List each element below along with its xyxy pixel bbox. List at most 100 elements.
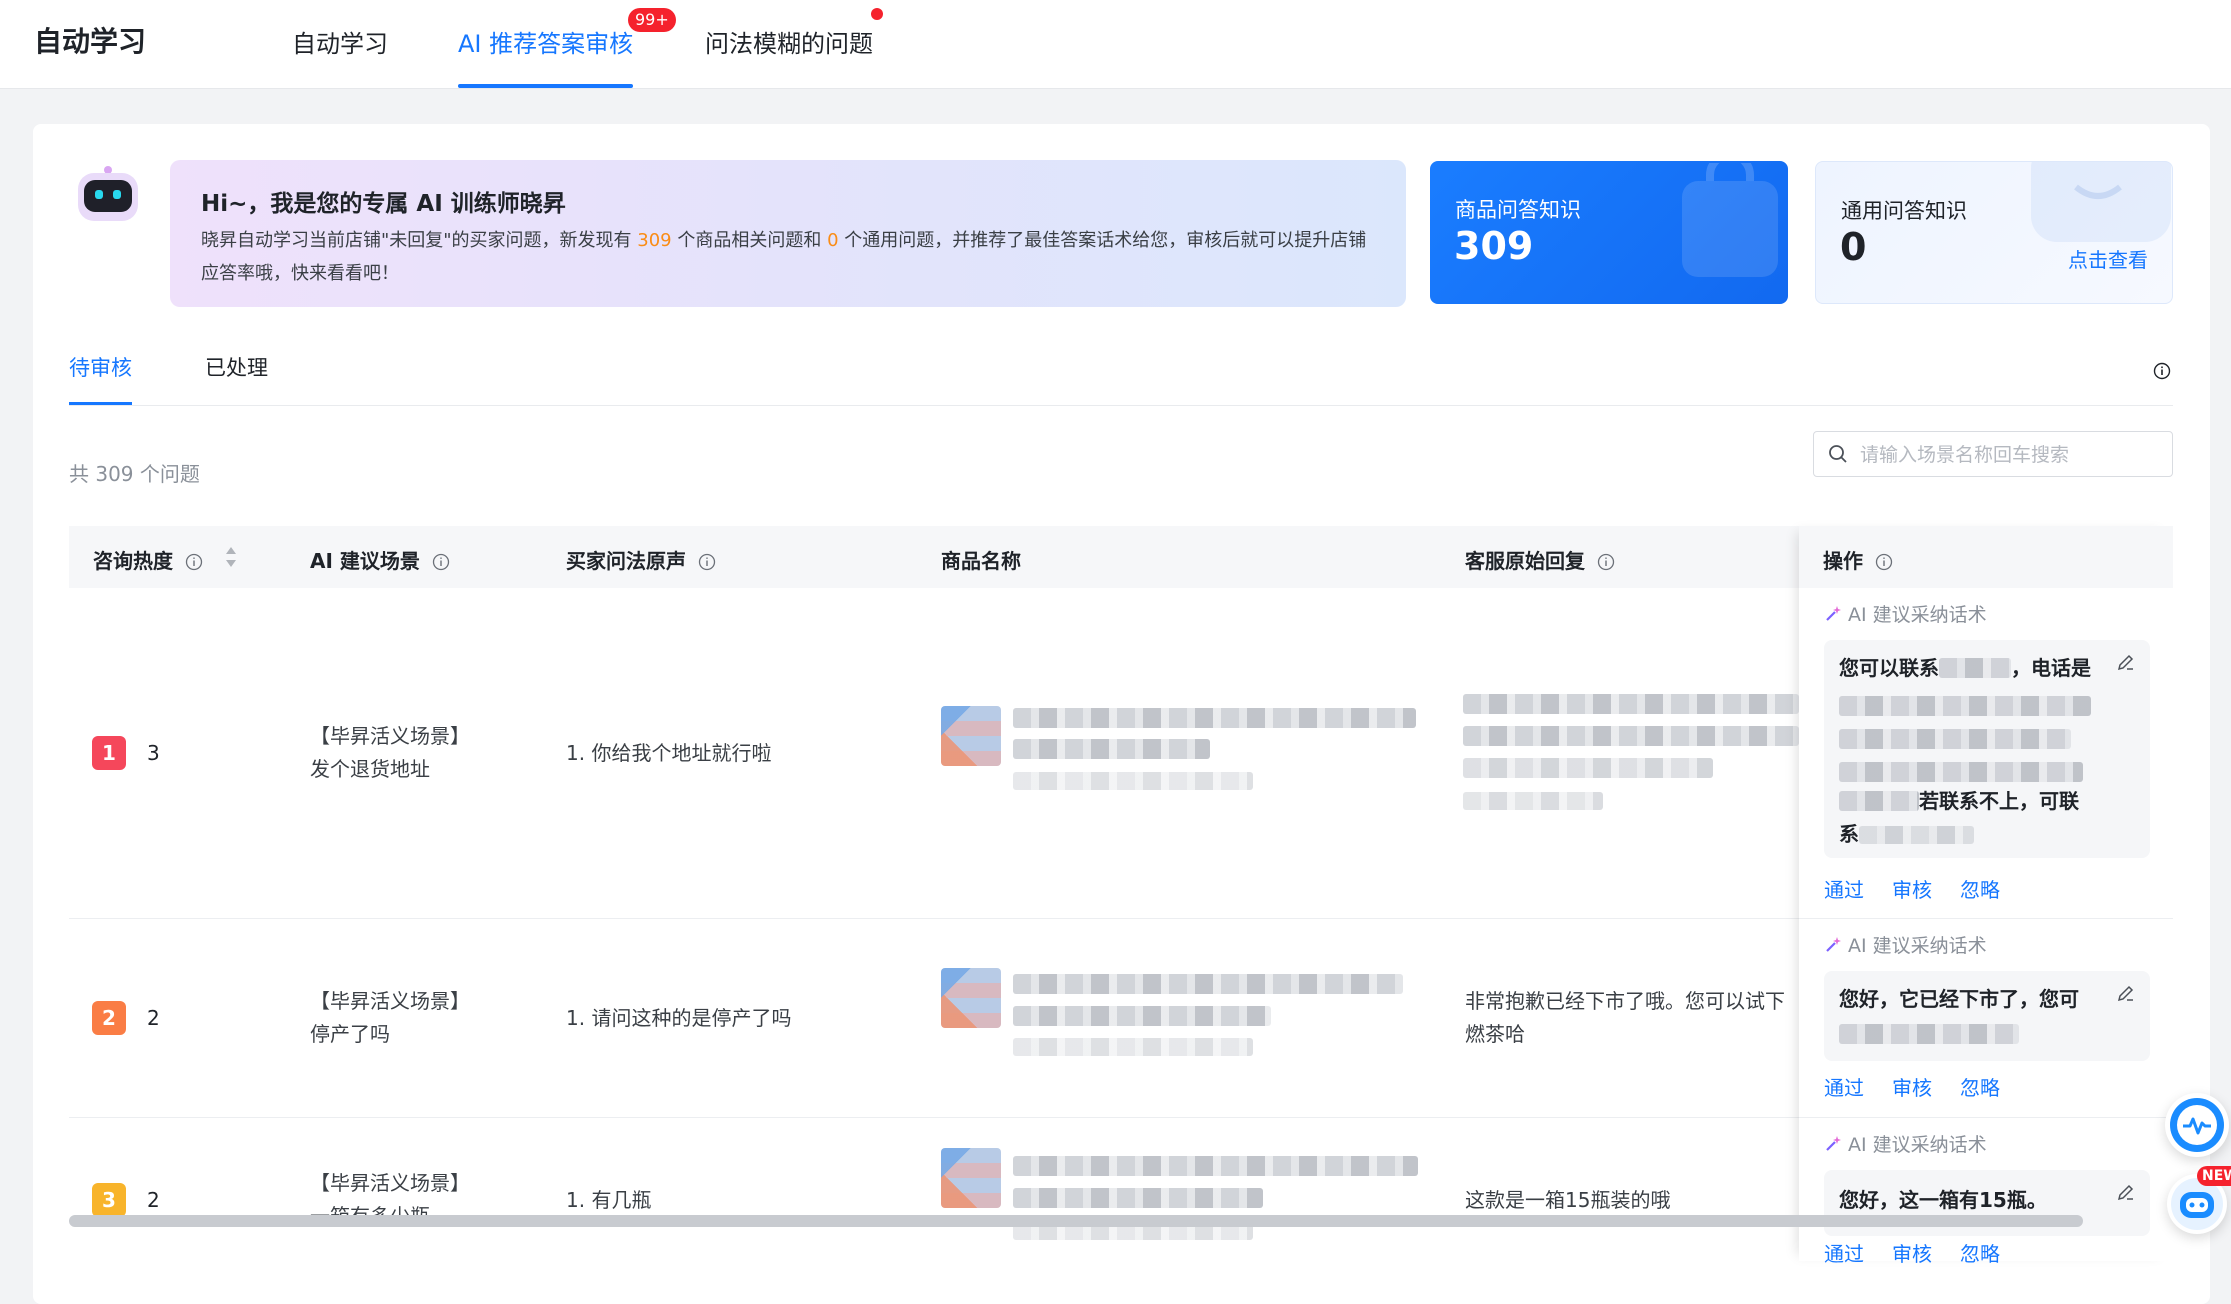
product-name-blurred (1013, 708, 1416, 728)
col-ai-scene: AI 建议场景 (310, 545, 450, 574)
suggested-answer-text: 若联系不上，可联 (1839, 785, 2079, 818)
sort-icon[interactable] (224, 544, 238, 570)
col-product-name: 商品名称 (941, 549, 1021, 573)
sparkle-icon (1826, 1136, 1841, 1151)
product-name-blurred (1013, 772, 1253, 790)
scene-search-input[interactable] (1858, 438, 2162, 472)
edit-icon[interactable] (2116, 1182, 2136, 1202)
rank-badge: 1 (92, 736, 126, 770)
operations-column: 操作 AI 建议采纳话术 您可以联系 ，电话是 若联系不上，可联 系 通过 审核 … (1799, 526, 2173, 1266)
row-divider (69, 1117, 1799, 1118)
ignore-button[interactable]: 忽略 (1960, 1238, 2000, 1267)
ignore-button[interactable]: 忽略 (1960, 1072, 2000, 1101)
product-name-blurred (1013, 974, 1403, 994)
suggested-answer-text: 系 (1839, 818, 1974, 851)
info-icon[interactable] (2153, 362, 2171, 380)
col-operations: 操作 (1823, 545, 1893, 574)
robot-avatar-icon (78, 166, 138, 221)
suggested-answer-text: 您可以联系 ，电话是 (1839, 656, 2091, 680)
product-name-blurred (1013, 1038, 1253, 1056)
tab-pending-review[interactable]: 待审核 (69, 352, 132, 382)
app-title: 自动学习 (34, 25, 147, 58)
scene-tag: 【毕昇活义场景】 (310, 989, 470, 1013)
reply-blurred (1463, 758, 1713, 778)
reply-blurred (1463, 792, 1603, 810)
product-name-blurred (1013, 1156, 1418, 1176)
heat-value: 2 (147, 1188, 160, 1212)
tab-count-badge: 99+ (628, 8, 676, 32)
tab-ai-answer-review[interactable]: AI 推荐答案审核 (458, 24, 633, 59)
general-qa-value: 0 (1840, 225, 1867, 269)
buyer-question: 1. 你给我个地址就行啦 (566, 741, 772, 765)
info-icon[interactable] (698, 553, 716, 571)
suggested-answer-text: 您好，这一箱有15瓶。 (1839, 1188, 2047, 1212)
general-question-count: 0 (827, 230, 839, 251)
product-thumbnail (941, 706, 1001, 766)
product-qa-label: 商品问答知识 (1455, 198, 1581, 222)
suggested-answer-blurred (1839, 729, 2071, 749)
heat-value: 2 (147, 1006, 160, 1030)
tab-auto-learning[interactable]: 自动学习 (292, 24, 388, 59)
ai-suggestion-tag: AI 建议采纳话术 (1824, 600, 1987, 627)
shopping-bag-icon (1682, 163, 1778, 277)
reply-blurred (1463, 694, 1799, 714)
suggested-answer-box: 您好，它已经下市了，您可 (1824, 971, 2150, 1061)
banner-title: Hi~，我是您的专属 AI 训练师晓昇 (201, 191, 566, 217)
product-name-blurred (1013, 739, 1210, 759)
suggested-answer-box: 您可以联系 ，电话是 若联系不上，可联 系 (1824, 640, 2150, 858)
approve-button[interactable]: 通过 (1824, 874, 1864, 903)
view-general-qa-link[interactable]: 点击查看 (2068, 244, 2148, 273)
product-name-blurred (1013, 1006, 1271, 1026)
monitor-float-button[interactable] (2165, 1093, 2229, 1157)
sparkle-icon (1826, 606, 1841, 621)
tab-processed[interactable]: 已处理 (205, 352, 268, 382)
review-button[interactable]: 审核 (1892, 874, 1932, 903)
general-qa-label: 通用问答知识 (1841, 199, 1967, 223)
scene-tag: 【毕昇活义场景】 (310, 1171, 470, 1195)
pulse-icon (2170, 1098, 2224, 1152)
active-tab-indicator (458, 84, 633, 88)
approve-button[interactable]: 通过 (1824, 1238, 1864, 1267)
question-total: 共 309 个问题 (69, 462, 200, 486)
edit-icon[interactable] (2116, 652, 2136, 672)
suggested-answer-text: 您好，它已经下市了，您可 (1839, 987, 2079, 1011)
info-icon[interactable] (432, 553, 450, 571)
col-original-reply: 客服原始回复 (1465, 545, 1615, 574)
approve-button[interactable]: 通过 (1824, 1072, 1864, 1101)
general-qa-stat-card: 通用问答知识 0 点击查看 (1815, 161, 2173, 304)
info-icon[interactable] (185, 553, 203, 571)
original-reply: 这款是一箱15瓶装的哦 (1465, 1188, 1671, 1212)
row-divider (1799, 918, 2173, 919)
buyer-question: 1. 请问这种的是停产了吗 (566, 1006, 792, 1030)
product-qa-value: 309 (1454, 224, 1534, 268)
tab-ambiguous-questions[interactable]: 问法模糊的问题 (705, 24, 873, 59)
search-icon (1829, 445, 1847, 463)
info-icon[interactable] (1875, 553, 1893, 571)
suggested-answer-blurred (1839, 762, 2083, 782)
sub-tab-divider (69, 405, 2173, 406)
rank-badge: 2 (92, 1001, 126, 1035)
col-operations-header: 操作 (1799, 526, 2173, 588)
original-reply: 燃茶哈 (1465, 1022, 1525, 1046)
buyer-question: 1. 有几瓶 (566, 1188, 652, 1212)
original-reply: 非常抱歉已经下市了哦。您可以试下 (1465, 989, 1785, 1013)
horizontal-scrollbar[interactable] (69, 1215, 2083, 1227)
new-badge: NEW (2197, 1166, 2231, 1186)
product-qa-stat-card[interactable]: 商品问答知识 309 (1430, 161, 1788, 304)
scene-search-box (1813, 431, 2173, 477)
review-button[interactable]: 审核 (1892, 1238, 1932, 1267)
rank-badge: 3 (92, 1183, 126, 1217)
ai-suggestion-tag: AI 建议采纳话术 (1824, 931, 1987, 958)
product-name-blurred (1013, 1188, 1263, 1208)
review-button[interactable]: 审核 (1892, 1072, 1932, 1101)
col-heat: 咨询热度 (93, 545, 203, 574)
top-bar: 自动学习 自动学习 AI 推荐答案审核 99+ 问法模糊的问题 (0, 0, 2231, 89)
ignore-button[interactable]: 忽略 (1960, 874, 2000, 903)
notification-dot (871, 8, 883, 20)
scene-name: 发个退货地址 (310, 757, 430, 781)
edit-icon[interactable] (2116, 983, 2136, 1003)
scene-tag: 【毕昇活义场景】 (310, 724, 470, 748)
row-divider (1799, 1117, 2173, 1118)
info-icon[interactable] (1597, 553, 1615, 571)
banner-description: 晓昇自动学习当前店铺"未回复"的买家问题，新发现有 309 个商品相关问题和 0… (201, 230, 1367, 284)
